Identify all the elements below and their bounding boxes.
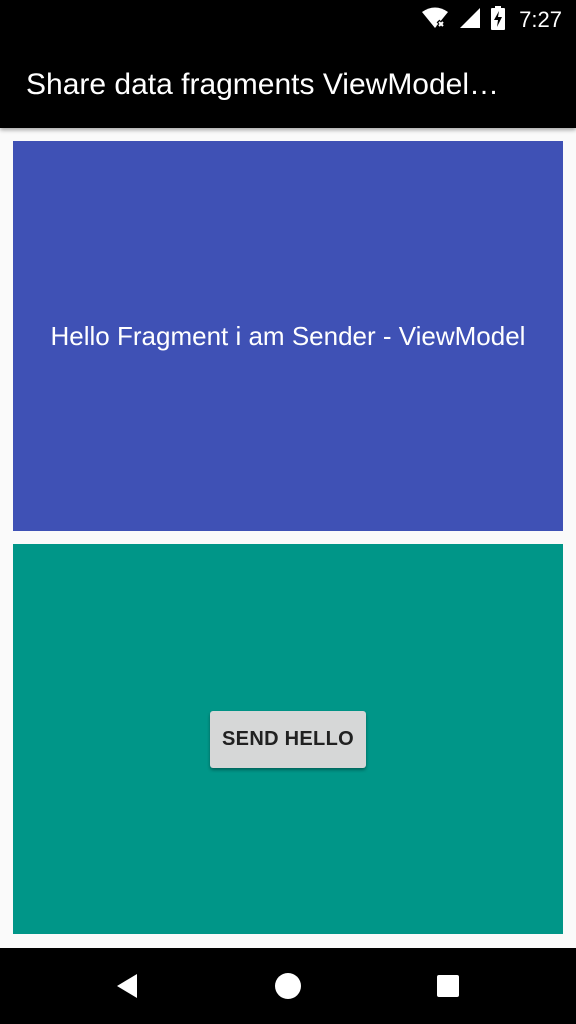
app-title: Share data fragments ViewModel… <box>26 68 500 101</box>
status-bar: 7:27 <box>0 0 576 41</box>
status-time: 7:27 <box>519 7 562 32</box>
app-bar: Share data fragments ViewModel… <box>0 41 576 128</box>
navigation-bar <box>0 948 576 1024</box>
screen: 7:27 Share data fragments ViewModel… Hel… <box>0 0 576 1024</box>
home-icon[interactable] <box>268 966 308 1006</box>
wifi-icon <box>421 7 449 34</box>
cell-signal-icon <box>459 7 481 34</box>
sender-message: Hello Fragment i am Sender - ViewModel <box>50 321 526 351</box>
battery-charging-icon <box>491 5 506 35</box>
back-icon[interactable] <box>107 966 147 1006</box>
recents-icon[interactable] <box>428 966 468 1006</box>
receiver-fragment-panel: SEND HELLO <box>13 544 563 934</box>
send-hello-button[interactable]: SEND HELLO <box>210 711 366 768</box>
status-icons: 7:27 <box>421 5 562 35</box>
sender-fragment-panel: Hello Fragment i am Sender - ViewModel <box>13 141 563 531</box>
